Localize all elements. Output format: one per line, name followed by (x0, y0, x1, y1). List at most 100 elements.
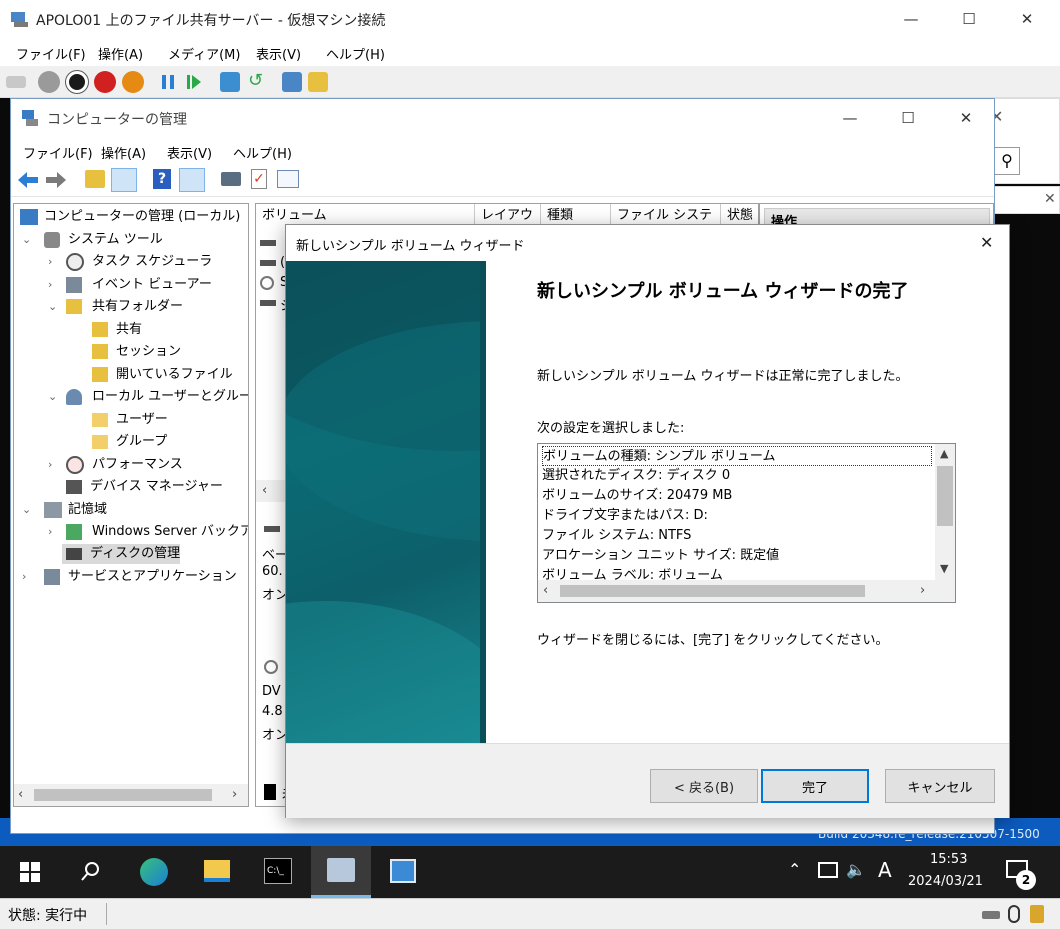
settings-horizontal-scrollbar[interactable]: ‹ › (538, 580, 955, 602)
cm-maximize-button[interactable]: ☐ (885, 99, 931, 137)
cm-minimize-button[interactable]: — (827, 99, 873, 137)
tree-horizontal-scrollbar[interactable]: ‹ › (14, 784, 248, 806)
pause-icon[interactable] (160, 74, 176, 90)
expand-chevron-icon[interactable]: › (48, 275, 52, 295)
cm-menu-view[interactable]: 表示(V) (167, 143, 212, 162)
turn-off-icon[interactable] (66, 71, 88, 93)
scroll-thumb[interactable] (560, 585, 865, 597)
collapse-chevron-icon[interactable]: ⌄ (22, 230, 31, 250)
tree-item-disk-management[interactable]: ディスクの管理 (62, 544, 180, 564)
tree-item-local-users-groups[interactable]: ⌄ ローカル ユーザーとグループ (48, 387, 248, 407)
checklist-icon[interactable]: ✓ (251, 169, 267, 189)
vm-menu-media[interactable]: メディア(M) (168, 44, 240, 63)
cancel-button[interactable]: キャンセル (885, 769, 995, 803)
tree-item-shared-folders[interactable]: ⌄ 共有フォルダー (48, 297, 248, 317)
vm-close-button[interactable]: ✕ (1004, 0, 1050, 38)
tree-item-storage[interactable]: ⌄ 記憶域 (22, 500, 248, 520)
tree-item-task-scheduler[interactable]: › タスク スケジューラ (48, 252, 248, 272)
shared-folder-icon (66, 299, 82, 314)
scroll-left-icon[interactable]: ‹ (543, 583, 548, 598)
enhanced-session-icon[interactable] (282, 72, 302, 92)
connect-icon[interactable] (221, 172, 241, 186)
collapse-chevron-icon[interactable]: ⌄ (48, 297, 57, 317)
expand-chevron-icon[interactable]: › (22, 567, 26, 587)
network-icon[interactable] (818, 862, 838, 878)
tree-item-performance[interactable]: › パフォーマンス (48, 455, 248, 475)
setting-volume-label: ボリューム ラベル: ボリューム (542, 568, 723, 580)
tree-item-windows-server-backup[interactable]: › Windows Server バックアップ (48, 522, 248, 542)
scroll-thumb[interactable] (34, 789, 212, 801)
computer-management-taskbar-button[interactable] (311, 846, 371, 898)
show-hidden-icons-chevron[interactable]: ⌃ (788, 860, 801, 879)
expand-chevron-icon[interactable]: › (48, 252, 52, 272)
cm-menu-file[interactable]: ファイル(F) (23, 143, 93, 162)
tree-item-services-applications[interactable]: › サービスとアプリケーション (22, 567, 248, 587)
save-state-icon[interactable] (122, 71, 144, 93)
zoom-icon[interactable] (308, 72, 328, 92)
properties-icon[interactable] (277, 170, 299, 188)
back-button[interactable]: < 戻る(B) (650, 769, 758, 803)
ime-indicator[interactable]: A (878, 858, 892, 882)
vm-menu-action[interactable]: 操作(A) (98, 44, 143, 63)
tree-label: ローカル ユーザーとグループ (92, 389, 249, 404)
edge-browser-icon[interactable] (140, 858, 168, 886)
expand-chevron-icon[interactable]: › (48, 522, 52, 542)
scroll-right-icon[interactable]: › (232, 787, 237, 802)
help-icon[interactable]: ? (153, 169, 171, 189)
shut-down-icon[interactable] (94, 71, 116, 93)
server-manager-icon[interactable] (390, 859, 416, 883)
settings-summary-box[interactable]: ボリュームの種類: シンプル ボリューム 選択されたディスク: ディスク 0 ボ… (537, 443, 956, 603)
cm-close-button[interactable]: ✕ (943, 99, 989, 137)
vm-menu-help[interactable]: ヘルプ(H) (326, 44, 385, 63)
show-hide-tree-icon[interactable] (111, 168, 137, 192)
back-arrow-icon[interactable] (17, 170, 39, 190)
show-hide-action-pane-icon[interactable] (179, 168, 205, 192)
tree-item-system-tools[interactable]: ⌄ システム ツール (22, 230, 248, 250)
tree-item-computer-management[interactable]: コンピューターの管理 (ローカル) (20, 207, 248, 227)
tree-item-device-manager[interactable]: デバイス マネージャー (66, 477, 248, 497)
computer-management-icon (20, 209, 38, 225)
file-explorer-icon[interactable] (204, 860, 230, 882)
forward-arrow-icon[interactable] (45, 170, 67, 190)
vm-title-bar: APOLO01 上のファイル共有サーバー - 仮想マシン接続 — ☐ ✕ (0, 0, 1060, 38)
background-search-icon[interactable]: ⚲ (994, 147, 1020, 175)
collapse-chevron-icon[interactable]: ⌄ (22, 500, 31, 520)
scroll-right-icon[interactable]: › (920, 583, 925, 598)
volume-muted-icon[interactable]: 🔈 (846, 860, 866, 879)
wizard-close-icon[interactable]: ✕ (980, 233, 993, 252)
tree-item-users[interactable]: ユーザー (92, 410, 248, 430)
start-icon[interactable] (38, 71, 60, 93)
vm-minimize-button[interactable]: — (888, 0, 934, 38)
clock-date[interactable]: 2024/03/21 (908, 874, 983, 889)
up-folder-icon[interactable] (85, 170, 105, 188)
search-icon[interactable] (80, 860, 102, 882)
scroll-thumb[interactable] (937, 466, 953, 526)
tree-item-event-viewer[interactable]: › イベント ビューアー (48, 275, 248, 295)
expand-chevron-icon[interactable]: › (48, 455, 52, 475)
tree-item-open-files[interactable]: 開いているファイル (92, 365, 248, 385)
finish-button[interactable]: 完了 (761, 769, 869, 803)
scroll-left-icon[interactable]: ‹ (18, 787, 23, 802)
command-prompt-icon[interactable]: C:\_ (264, 858, 292, 884)
scroll-left-icon[interactable]: ‹ (262, 483, 267, 498)
start-windows-icon[interactable] (20, 862, 40, 882)
scroll-up-icon[interactable]: ▲ (940, 447, 948, 460)
mouse-icon (1008, 905, 1020, 923)
vm-maximize-button[interactable]: ☐ (946, 0, 992, 38)
collapse-chevron-icon[interactable]: ⌄ (48, 387, 57, 407)
revert-icon[interactable]: ↺ (248, 72, 266, 90)
background-close-icon-2[interactable]: ✕ (1044, 191, 1056, 207)
ctrl-alt-del-icon[interactable] (6, 76, 26, 88)
vm-menu-file[interactable]: ファイル(F) (16, 44, 86, 63)
clock-time[interactable]: 15:53 (930, 852, 967, 867)
tree-item-groups[interactable]: グループ (92, 432, 248, 452)
tree-item-shares[interactable]: 共有 (92, 320, 248, 340)
cm-menu-action[interactable]: 操作(A) (101, 143, 146, 162)
settings-vertical-scrollbar[interactable]: ▲ ▼ (935, 444, 955, 580)
scroll-down-icon[interactable]: ▼ (940, 562, 948, 575)
vm-menu-view[interactable]: 表示(V) (256, 44, 301, 63)
checkpoint-icon[interactable] (220, 72, 240, 92)
cm-menu-help[interactable]: ヘルプ(H) (233, 143, 292, 162)
tree-item-sessions[interactable]: セッション (92, 342, 248, 362)
resume-icon[interactable] (186, 74, 202, 90)
